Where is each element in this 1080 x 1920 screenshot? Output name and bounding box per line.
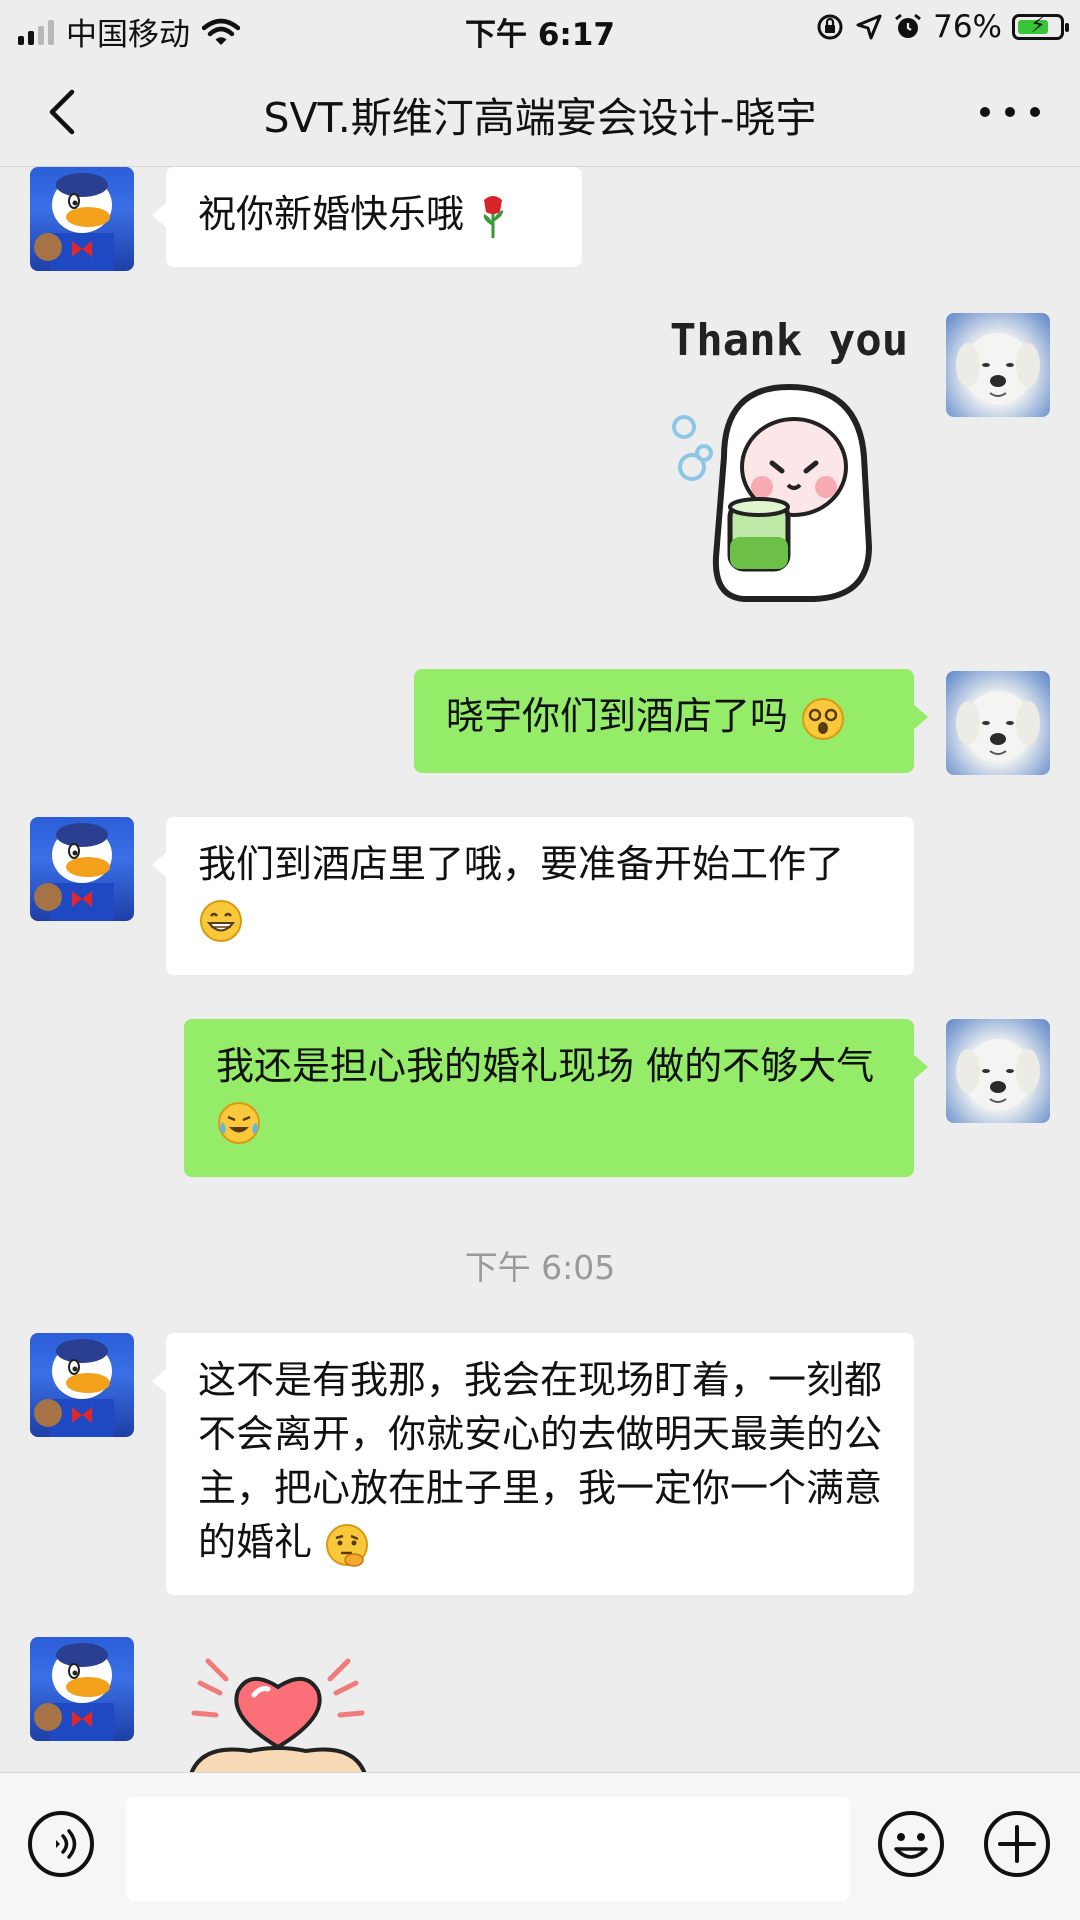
duck-avatar-image [34,823,114,921]
rose-icon [483,195,504,238]
smiley-icon[interactable] [876,1809,946,1879]
duck-avatar-image [34,173,114,271]
duck-avatar-image [34,1339,114,1437]
message-bubble[interactable]: 晓宇你们到酒店了吗 [414,669,928,773]
puppy-avatar[interactable] [946,671,1050,775]
input-bar [0,1772,1080,1920]
crying-laugh-icon [218,1101,260,1144]
message-text: 这不是有我那，我会在现场盯着，一刻都不会离开，你就安心的去做明天最美的公主，把心… [198,1358,883,1564]
chat-header: SVT.斯维汀高端宴会设计-晓宇 [0,58,1080,167]
message-text: 我们到酒店里了哦，要准备开始工作了 [198,842,845,886]
timestamp: 下午 6:05 [464,1248,616,1287]
thinking-face-icon [326,1523,369,1567]
heart-pig-sticker[interactable] [180,1657,430,1772]
voice-icon[interactable] [26,1809,96,1879]
duck-avatar[interactable] [30,817,134,921]
message-list[interactable]: 祝你新婚快乐哦 Thank you 晓宇你们到酒店了吗 我们到酒店里了哦，要准备… [0,167,1080,1772]
message-bubble[interactable]: 这不是有我那，我会在现场盯着，一刻都不会离开，你就安心的去做明天最美的公主，把心… [152,1333,914,1595]
puppy-avatar-image [956,691,1040,763]
alarm-icon [895,13,922,38]
message-text: 我还是担心我的婚礼现场 做的不够大气 [216,1044,875,1088]
battery-percent: 76% [933,9,1002,45]
battery-charging-icon: ⚡ [1012,13,1069,40]
orientation-lock-icon [817,14,843,40]
puppy-avatar-image [956,333,1040,405]
location-icon [856,14,882,40]
duck-avatar[interactable] [30,167,134,271]
message-text: 晓宇你们到酒店了吗 [446,694,789,738]
chat-title: SVT.斯维汀高端宴会设计-晓宇 [263,94,817,142]
puppy-avatar[interactable] [946,313,1050,417]
chevron-left-icon[interactable] [36,84,92,140]
duck-avatar[interactable] [30,1637,134,1741]
wechat-chat-screen: 中国移动 下午 6:17 76% ⚡ SVT.斯维汀高端宴会设计-晓宇 祝你新婚… [0,0,1080,1920]
duck-avatar-image [34,1643,114,1741]
puppy-avatar[interactable] [946,1019,1050,1123]
dizzy-face-icon [802,697,845,740]
duck-avatar[interactable] [30,1333,134,1437]
message-input[interactable] [126,1797,850,1901]
grin-icon [200,899,242,942]
message-bubble[interactable]: 祝你新婚快乐哦 [152,167,582,267]
puppy-avatar-image [956,1039,1040,1111]
more-dots-icon[interactable] [980,88,1040,136]
message-bubble[interactable]: 我还是担心我的婚礼现场 做的不够大气 [184,1019,928,1177]
plus-icon[interactable] [982,1809,1052,1879]
thank-you-sticker[interactable]: Thank you [664,307,914,607]
message-text: 祝你新婚快乐哦 [198,192,465,236]
status-bar: 中国移动 下午 6:17 76% ⚡ [0,0,1080,58]
sticker-text: Thank you [670,315,908,366]
message-bubble[interactable]: 我们到酒店里了哦，要准备开始工作了 [152,817,914,975]
